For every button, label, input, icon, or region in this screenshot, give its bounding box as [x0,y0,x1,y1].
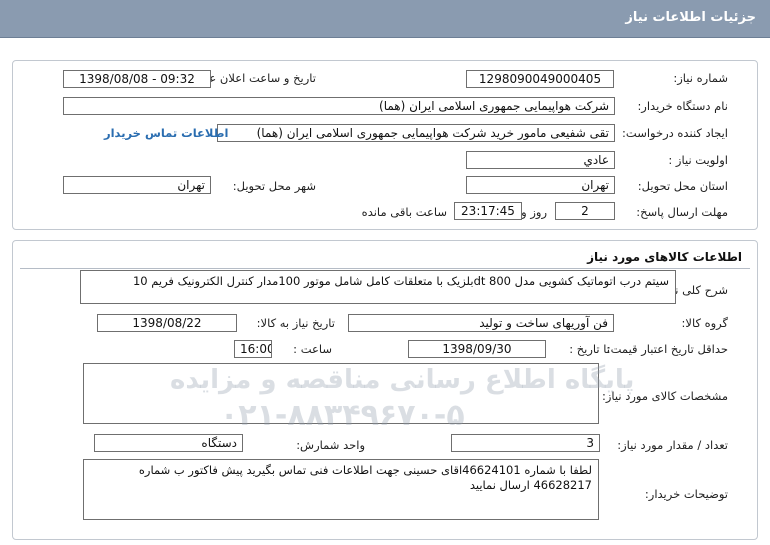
hour-label: ساعت : [293,342,332,356]
goods-group-field: فن آوریهای ساخت و تولید [348,314,614,332]
unit-field: دستگاه [94,434,243,452]
watermark-line-2: ۰۲۱-۸۸۳۴۹۶۷۰-۵ [220,398,465,433]
announce-date-field: 1398/08/08 - 09:32 [63,70,211,88]
need-number-field: 1298090049000405 [466,70,614,88]
goods-group-label: گروه کالا: [681,316,728,330]
quantity-field: 3 [451,434,600,452]
section-divider [20,268,750,269]
need-date-label: تاریخ نیاز به کالا: [256,316,335,330]
priority-label: اولویت نیاز : [668,153,728,167]
province-field: تهران [466,176,615,194]
remaining-word: ساعت باقی مانده [361,205,447,219]
priority-field: عادي [466,151,615,169]
summary-field: سیتم درب اتوماتیک کشویی مدل dt 800بلزیک … [80,270,676,304]
buyer-contact-link[interactable]: اطلاعات تماس خریدار [104,126,228,140]
creator-field: تقی شفیعی مامور خرید شرکت هواپیمایی جمهو… [217,124,615,142]
deadline-label: مهلت ارسال پاسخ: [636,205,728,219]
city-field: تهران [63,176,211,194]
page-title: جزئیات اطلاعات نیاز [625,10,756,25]
need-date-field: 1398/08/22 [97,314,237,332]
page-header: جزئیات اطلاعات نیاز [0,0,770,38]
hour-field: 16:00 [234,340,272,358]
unit-label: واحد شمارش: [296,438,365,452]
days-word: روز و [521,205,547,219]
buyer-desc-field: لطفا با شماره 46624101اقای حسینی جهت اطل… [83,459,599,520]
until-date-field: 1398/09/30 [408,340,546,358]
goods-section-title: اطلاعات کالاهای مورد نیاز [587,250,742,264]
need-number-label: شماره نیاز: [673,71,728,85]
creator-label: ایجاد کننده درخواست: [622,126,728,140]
deadline-days-field: 2 [555,202,615,220]
deadline-time-field: 23:17:45 [454,202,522,220]
province-label: استان محل تحویل: [637,179,728,193]
buyer-field: شرکت هواپیمایی جمهوری اسلامی ایران (هما) [63,97,615,115]
buyer-label: نام دستگاه خریدار: [637,99,728,113]
quantity-label: تعداد / مقدار مورد نیاز: [617,438,728,452]
validity-label: حداقل تاریخ اعتبار قیمت: [606,342,728,356]
city-label: شهر محل تحویل: [232,179,316,193]
until-date-label: تا تاریخ : [569,342,610,356]
watermark-line-1: پایگاه اطلاع رسانی مناقصه و مزایده [170,365,635,395]
buyer-desc-label: توضیحات خریدار: [644,487,728,501]
